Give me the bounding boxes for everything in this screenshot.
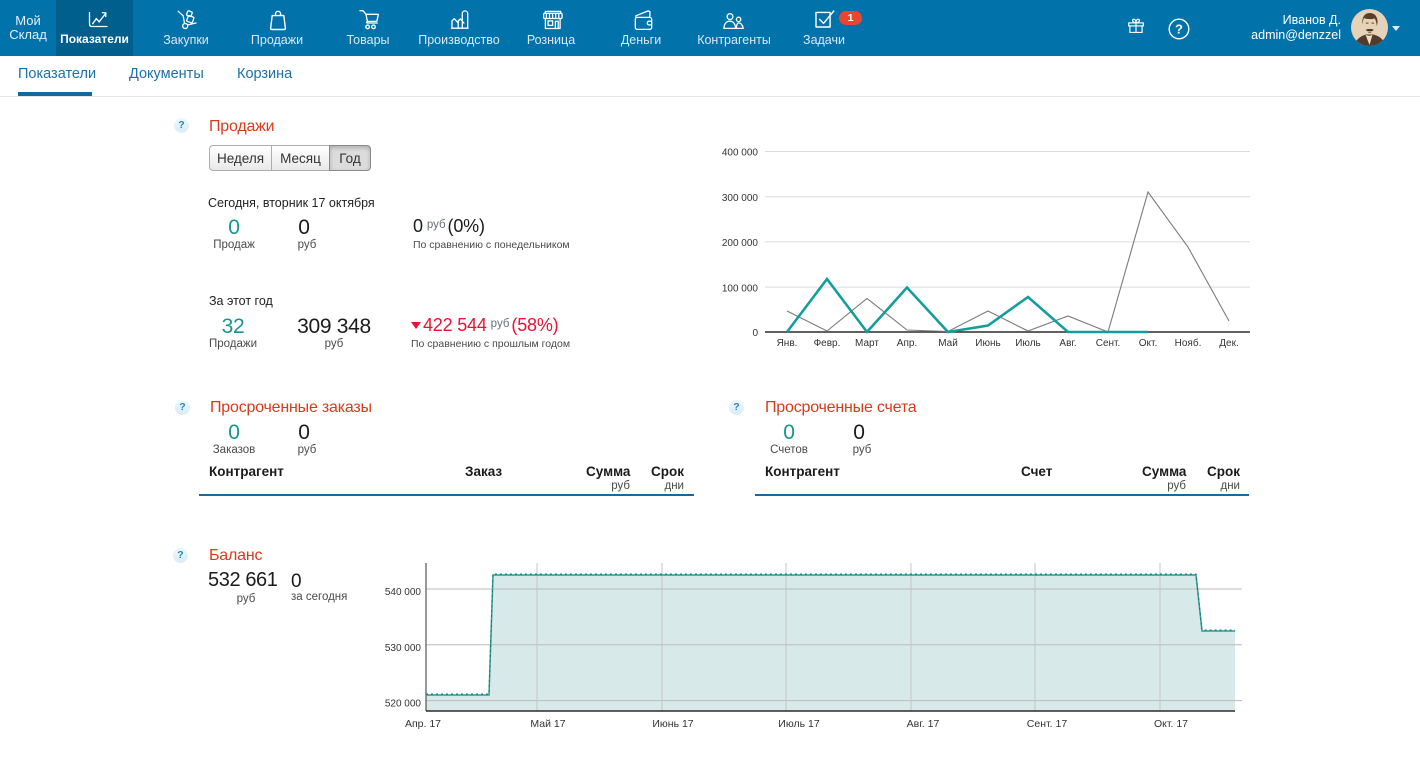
svg-text:Окт.: Окт.	[1139, 338, 1158, 349]
svg-text:Июль: Июль	[1015, 338, 1041, 349]
svg-text:Июнь: Июнь	[975, 338, 1000, 349]
svg-text:520 000: 520 000	[385, 699, 422, 710]
svg-text:Апр. 17: Апр. 17	[405, 718, 441, 730]
svg-text:Июль 17: Июль 17	[778, 718, 820, 730]
svg-text:300 000: 300 000	[722, 193, 759, 204]
svg-text:Сент.: Сент.	[1096, 338, 1121, 349]
svg-text:Дек.: Дек.	[1219, 338, 1239, 349]
svg-text:Апр.: Апр.	[897, 338, 917, 349]
svg-text:0: 0	[752, 328, 758, 339]
svg-text:Нояб.: Нояб.	[1175, 337, 1202, 349]
svg-text:Июнь 17: Июнь 17	[652, 718, 693, 730]
svg-text:200 000: 200 000	[722, 238, 759, 249]
svg-text:Авг.: Авг.	[1059, 338, 1076, 349]
svg-text:Май 17: Май 17	[530, 718, 565, 730]
svg-text:?: ?	[1175, 22, 1183, 37]
svg-text:540 000: 540 000	[385, 587, 422, 598]
svg-text:Авг. 17: Авг. 17	[907, 718, 940, 730]
svg-text:Янв.: Янв.	[777, 338, 798, 349]
svg-text:Сент. 17: Сент. 17	[1027, 718, 1068, 730]
svg-text:Окт. 17: Окт. 17	[1154, 718, 1188, 730]
svg-text:Май: Май	[938, 338, 958, 349]
svg-text:530 000: 530 000	[385, 643, 422, 654]
svg-text:Февр.: Февр.	[814, 338, 841, 349]
svg-text:Март: Март	[855, 338, 879, 349]
svg-text:100 000: 100 000	[722, 283, 759, 294]
svg-text:400 000: 400 000	[722, 148, 759, 159]
